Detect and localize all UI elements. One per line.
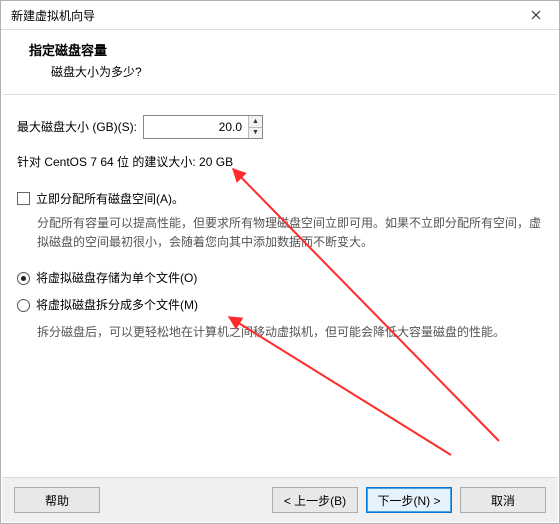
allocate-now-row[interactable]: 立即分配所有磁盘空间(A)。	[17, 190, 543, 209]
close-icon	[531, 10, 541, 20]
help-button[interactable]: 帮助	[14, 487, 100, 513]
store-single-radio[interactable]	[17, 272, 30, 285]
store-split-label: 将虚拟磁盘拆分成多个文件(M)	[36, 296, 198, 315]
disk-size-spinbox[interactable]: ▲ ▼	[143, 115, 263, 139]
allocate-now-label: 立即分配所有磁盘空间(A)。	[36, 190, 184, 209]
spin-buttons: ▲ ▼	[248, 116, 262, 138]
recommend-value: 20 GB	[199, 155, 233, 169]
next-button[interactable]: 下一步(N) >	[366, 487, 452, 513]
store-single-file-row[interactable]: 将虚拟磁盘存储为单个文件(O)	[17, 269, 543, 288]
allocate-now-checkbox[interactable]	[17, 192, 30, 205]
disk-size-row: 最大磁盘大小 (GB)(S): ▲ ▼	[17, 115, 543, 139]
split-explain: 拆分磁盘后，可以更轻松地在计算机之间移动虚拟机，但可能会降低大容量磁盘的性能。	[17, 323, 543, 342]
cancel-button[interactable]: 取消	[460, 487, 546, 513]
window-title: 新建虚拟机向导	[11, 7, 519, 24]
store-single-label: 将虚拟磁盘存储为单个文件(O)	[36, 269, 197, 288]
spin-up[interactable]: ▲	[249, 116, 262, 128]
disk-size-label: 最大磁盘大小 (GB)(S):	[17, 118, 137, 137]
recommend-prefix: 针对 CentOS 7 64 位 的建议大小:	[17, 155, 199, 169]
recommendation-row: 针对 CentOS 7 64 位 的建议大小: 20 GB	[17, 153, 543, 172]
wizard-header: 指定磁盘容量 磁盘大小为多少?	[1, 30, 559, 94]
allocate-explain: 分配所有容量可以提高性能，但要求所有物理磁盘空间立即可用。如果不立即分配所有空间…	[17, 214, 543, 251]
close-button[interactable]	[519, 3, 553, 27]
spin-down[interactable]: ▼	[249, 128, 262, 139]
content-area: 最大磁盘大小 (GB)(S): ▲ ▼ 针对 CentOS 7 64 位 的建议…	[1, 95, 559, 341]
wizard-window: 新建虚拟机向导 指定磁盘容量 磁盘大小为多少? 最大磁盘大小 (GB)(S): …	[0, 0, 560, 524]
store-split-files-row[interactable]: 将虚拟磁盘拆分成多个文件(M)	[17, 296, 543, 315]
button-bar: 帮助 < 上一步(B) 下一步(N) > 取消	[2, 477, 558, 522]
store-split-radio[interactable]	[17, 299, 30, 312]
back-button[interactable]: < 上一步(B)	[272, 487, 358, 513]
titlebar: 新建虚拟机向导	[1, 1, 559, 30]
page-heading: 指定磁盘容量	[29, 40, 531, 59]
page-subheading: 磁盘大小为多少?	[29, 63, 531, 80]
disk-size-input[interactable]	[144, 116, 248, 138]
